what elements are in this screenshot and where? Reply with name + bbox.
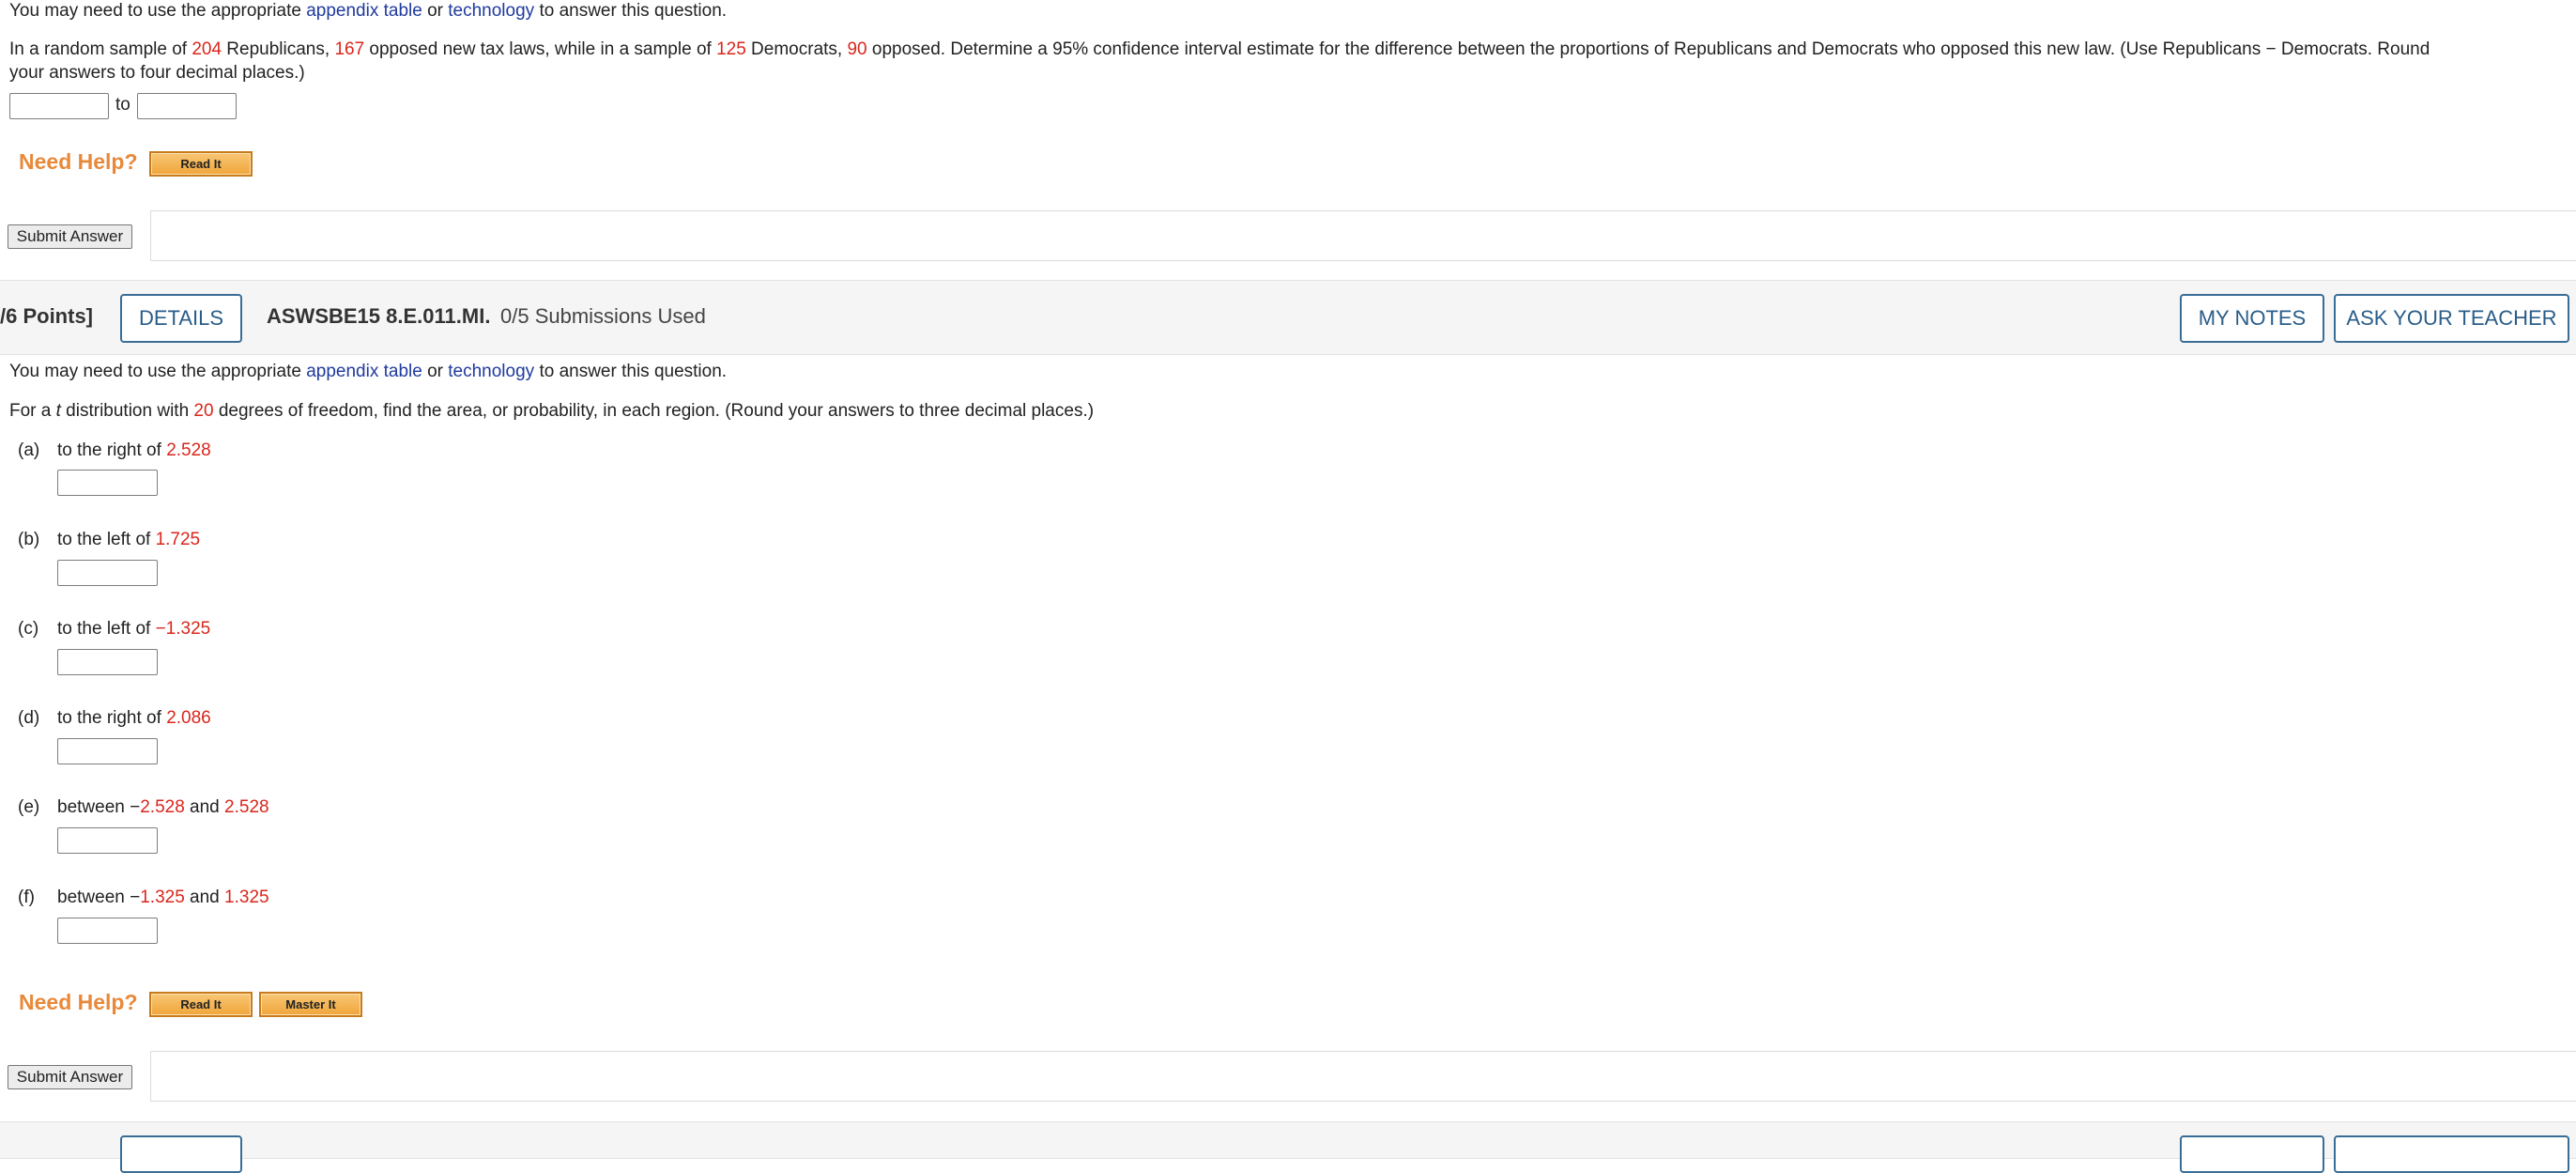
q1-prompt: In a random sample of 204 Republicans, 1…	[9, 39, 2553, 61]
q2-read-it-button[interactable]: Read It	[149, 992, 253, 1017]
q2-intro: You may need to use the appropriate appe…	[9, 361, 727, 383]
q1-prompt-text: In a random sample of	[9, 39, 192, 59]
q1-intro: You may need to use the appropriate appe…	[9, 0, 727, 23]
next-question-header-bar	[0, 1121, 2576, 1173]
part-e-desc: between −	[57, 797, 141, 817]
q2-submit-button[interactable]: Submit Answer	[8, 1065, 132, 1089]
part-c-desc: to the left of	[57, 619, 156, 639]
part-f-label: (f)	[18, 887, 35, 907]
part-b-input[interactable]	[57, 560, 158, 586]
part-c-text: to the left of −1.325	[57, 618, 210, 641]
to-label: to	[115, 95, 130, 115]
q2-intro-post: to answer this question.	[534, 362, 728, 381]
q1-read-it-button[interactable]: Read It	[149, 151, 253, 177]
q1-submit-frame	[150, 210, 2576, 261]
next-details-button[interactable]	[120, 1135, 242, 1173]
democrat-sample-size: 125	[716, 39, 746, 59]
q2-need-help-label: Need Help?	[19, 990, 138, 1014]
republican-sample-size: 204	[192, 39, 222, 59]
ci-lower-input[interactable]	[9, 93, 109, 119]
republican-opposed: 167	[334, 39, 365, 59]
part-f-and: and	[184, 887, 225, 907]
part-f-value-high: 1.325	[224, 887, 269, 907]
part-d-value: 2.086	[166, 708, 211, 728]
q1-prompt-text: Democrats,	[745, 39, 848, 59]
ask-your-teacher-button[interactable]: ASK YOUR TEACHER	[2334, 294, 2569, 343]
q1-intro-or: or	[422, 1, 449, 21]
part-a-input[interactable]	[57, 470, 158, 496]
part-b-value: 1.725	[155, 530, 201, 549]
q2-prompt-text: For a	[9, 401, 56, 421]
part-e-value-high: 2.528	[224, 797, 269, 817]
part-b-label: (b)	[18, 530, 40, 549]
part-d-desc: to the right of	[57, 708, 167, 728]
degrees-of-freedom: 20	[193, 401, 214, 421]
part-a-text: to the right of 2.528	[57, 440, 211, 462]
q2-intro-or: or	[422, 362, 449, 381]
q1-prompt-text: opposed new tax laws, while in a sample …	[364, 39, 717, 59]
part-c-input[interactable]	[57, 649, 158, 675]
part-f-text: between −1.325 and 1.325	[57, 887, 269, 909]
q1-need-help-label: Need Help?	[19, 149, 138, 174]
next-ask-your-teacher-button[interactable]	[2334, 1135, 2569, 1173]
part-e-value-low: 2.528	[140, 797, 185, 817]
part-b-text: to the left of 1.725	[57, 529, 200, 551]
part-b-desc: to the left of	[57, 530, 156, 549]
ci-upper-input[interactable]	[137, 93, 237, 119]
q2-submit-frame	[150, 1051, 2576, 1102]
part-a-value: 2.528	[166, 440, 211, 460]
part-a-desc: to the right of	[57, 440, 167, 460]
q1-prompt-text: opposed. Determine a 95% confidence inte…	[866, 39, 2430, 59]
my-notes-button[interactable]: MY NOTES	[2180, 294, 2324, 343]
q1-intro-post: to answer this question.	[534, 1, 728, 21]
q1-prompt-line2: your answers to four decimal places.)	[9, 63, 305, 83]
submissions-used: 0/5 Submissions Used	[500, 304, 706, 328]
part-a-label: (a)	[18, 440, 40, 460]
part-e-input[interactable]	[57, 827, 158, 854]
part-f-input[interactable]	[57, 918, 158, 944]
part-f-value-low: 1.325	[140, 887, 185, 907]
part-e-label: (e)	[18, 797, 40, 817]
part-e-and: and	[184, 797, 225, 817]
q2-intro-text: You may need to use the appropriate	[9, 362, 307, 381]
part-d-text: to the right of 2.086	[57, 707, 211, 730]
part-d-input[interactable]	[57, 738, 158, 764]
next-my-notes-button[interactable]	[2180, 1135, 2324, 1173]
part-c-value: −1.325	[155, 619, 211, 639]
q2-prompt: For a t distribution with 20 degrees of …	[9, 400, 1094, 423]
q2-master-it-button[interactable]: Master It	[259, 992, 362, 1017]
points-label: /6 Points]	[0, 304, 94, 328]
part-d-label: (d)	[18, 708, 40, 728]
q1-submit-button[interactable]: Submit Answer	[8, 224, 132, 249]
q1-prompt-text: Republicans,	[222, 39, 335, 59]
q2-prompt-text: degrees of freedom, find the area, or pr…	[213, 401, 1095, 421]
appendix-table-link[interactable]: appendix table	[306, 362, 422, 381]
part-f-desc: between −	[57, 887, 141, 907]
technology-link[interactable]: technology	[448, 362, 534, 381]
democrat-opposed: 90	[847, 39, 867, 59]
question-id: ASWSBE15 8.E.011.MI.	[267, 304, 491, 328]
q2-prompt-text: distribution with	[60, 401, 194, 421]
part-e-text: between −2.528 and 2.528	[57, 796, 269, 819]
q1-intro-text: You may need to use the appropriate	[9, 1, 307, 21]
technology-link[interactable]: technology	[448, 1, 534, 21]
appendix-table-link[interactable]: appendix table	[306, 1, 422, 21]
part-c-label: (c)	[18, 619, 39, 639]
details-button[interactable]: DETAILS	[120, 294, 242, 343]
question-header-bar: /6 Points] DETAILS ASWSBE15 8.E.011.MI. …	[0, 280, 2576, 355]
